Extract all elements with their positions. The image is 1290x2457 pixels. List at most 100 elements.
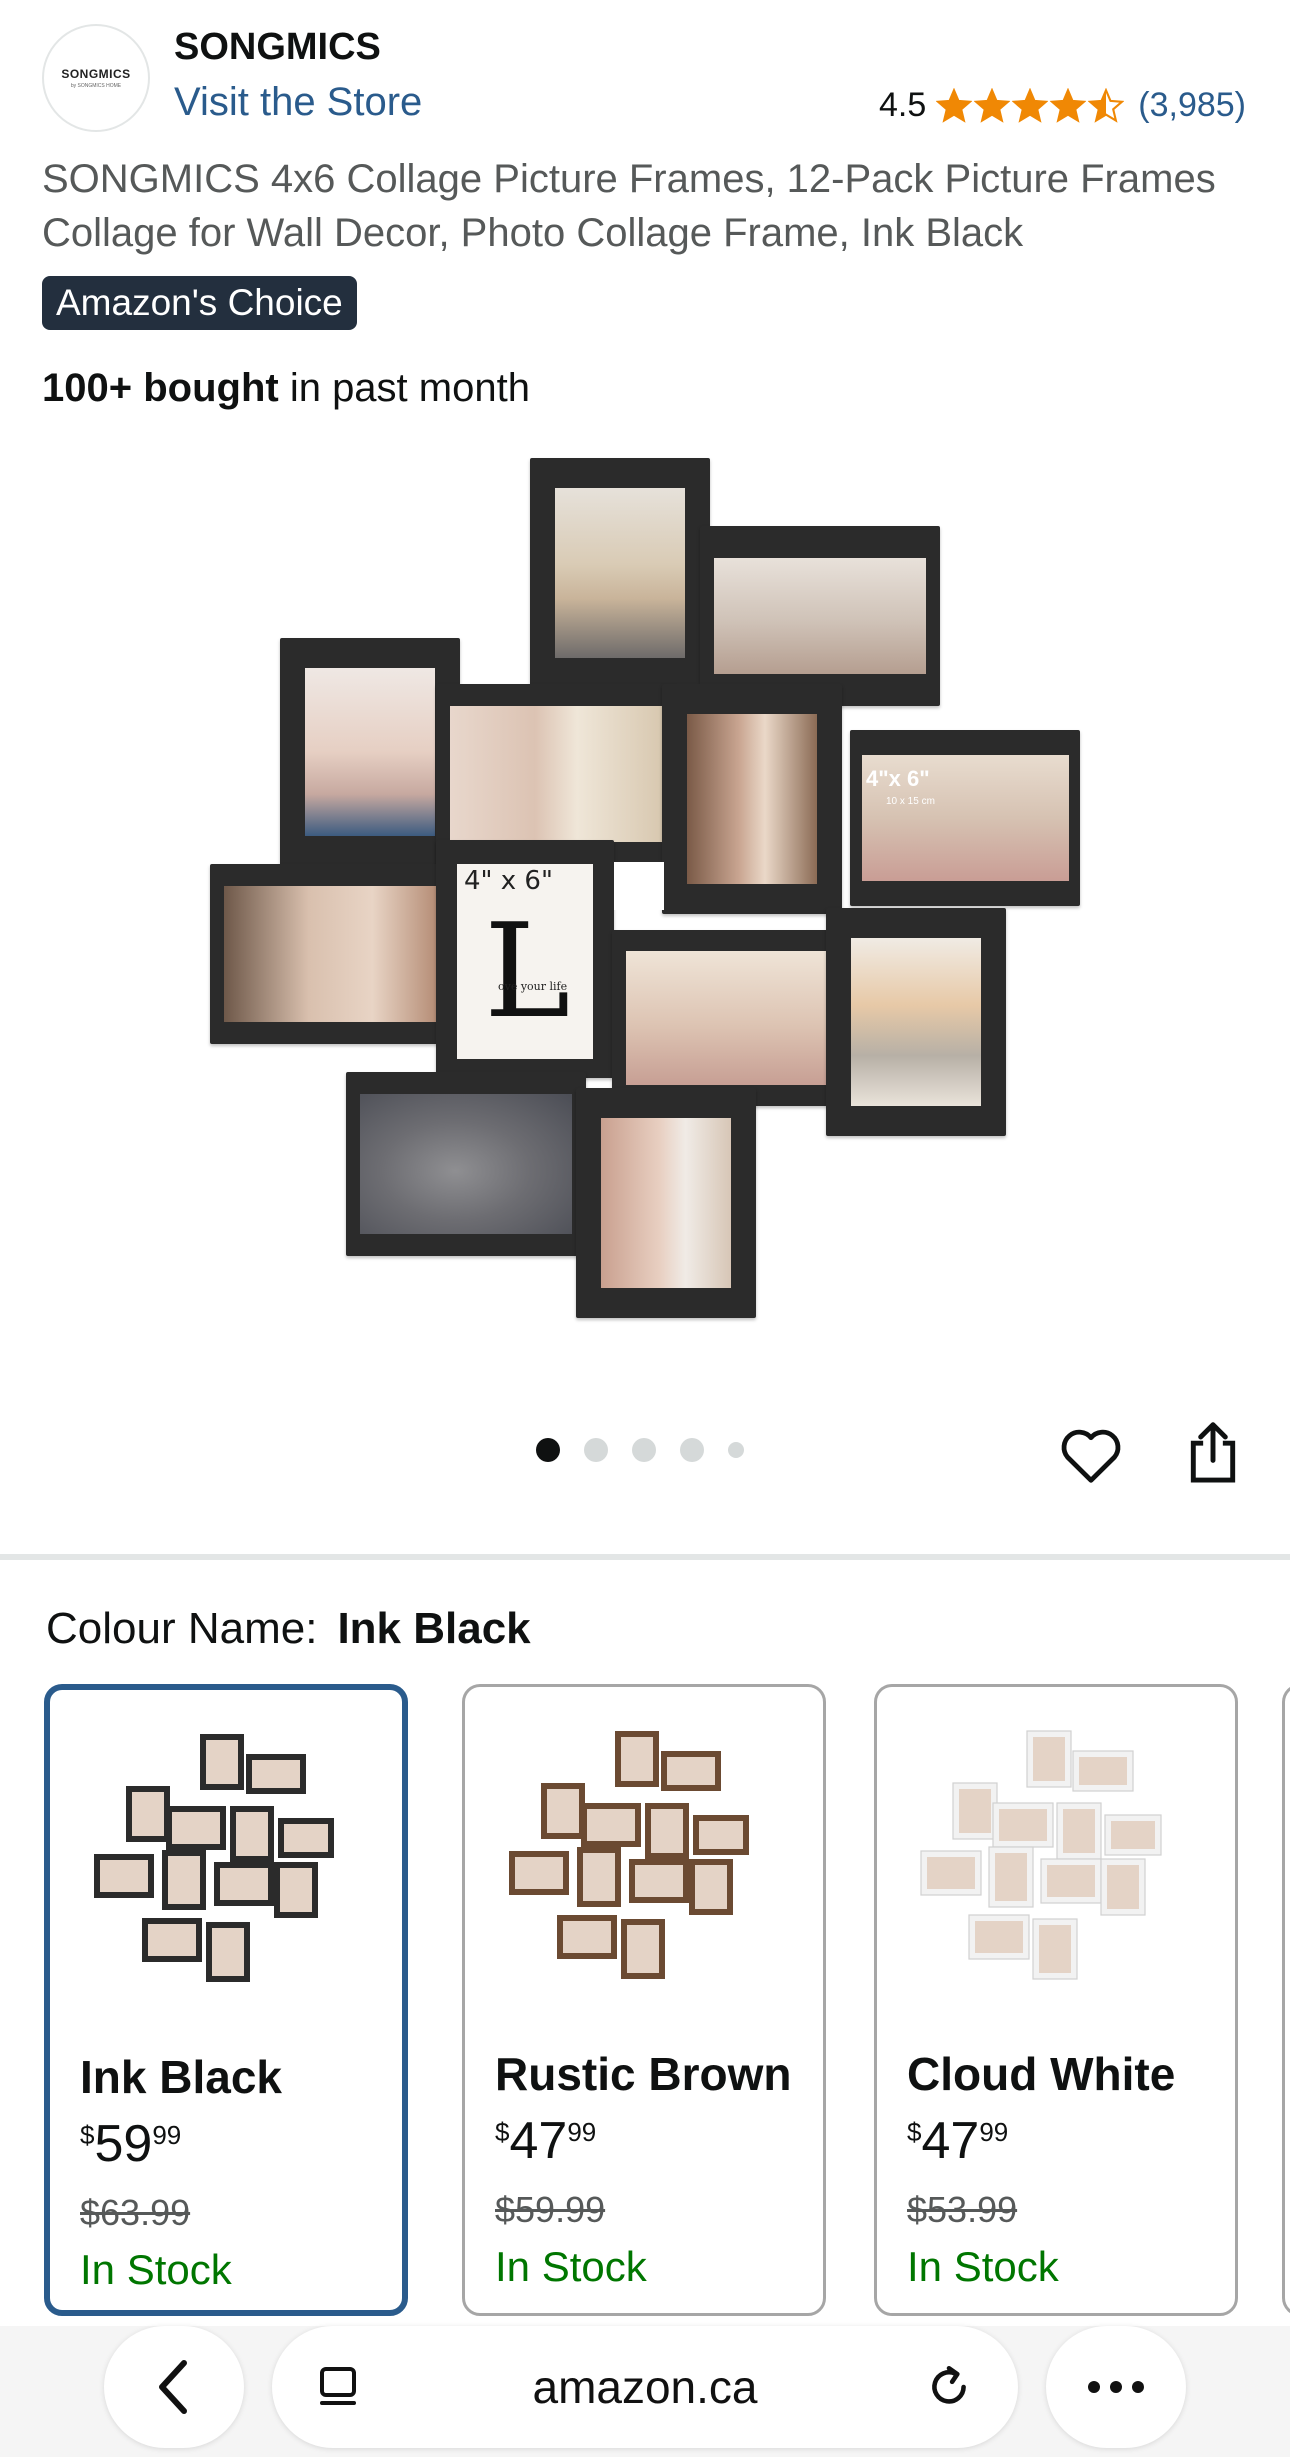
mini-photo [172,1812,220,1844]
price-whole: 59 [94,2115,153,2173]
print-text: ove your life [498,980,568,993]
amazons-choice-badge: Amazon's Choice [42,276,357,330]
photo [224,885,436,1023]
product-main-image[interactable]: 4"x 6" 10 x 15 cm 4" x 6" L ove your lif… [200,452,1090,1332]
carousel-dot[interactable] [584,1438,608,1462]
variant-price: $4799 [907,2111,1008,2171]
price-currency: $ [80,2120,95,2150]
address-bar[interactable]: amazon.ca [272,2326,1018,2448]
variant-list-price: $63.99 [80,2192,191,2233]
photo [601,1117,731,1289]
share-button[interactable] [1178,1418,1248,1488]
more-icon [1088,2381,1144,2393]
brand-logo[interactable]: SONGMICS by SONGMICS HOME [42,24,150,132]
frame-gap [614,862,664,910]
bought-in-past-month: 100+ bought in past month [42,366,530,411]
variant-thumbnail [920,1730,1162,1980]
variant-name: Ink Black [80,2051,282,2103]
mini-photo [252,1760,300,1788]
share-icon [1190,1422,1236,1483]
mini-photo [1063,1809,1095,1853]
carousel-dot[interactable] [728,1442,744,1458]
mini-photo [280,1868,312,1912]
frame-landscape-cat [346,1072,586,1256]
mini-photo [284,1824,328,1852]
mini-photo [132,1792,164,1836]
mini-photo [587,1809,635,1841]
price-fraction: 99 [567,2117,597,2147]
back-button[interactable] [104,2326,244,2448]
mini-photo [220,1868,268,1900]
frame-portrait-couple-bottom [576,1088,756,1318]
variant-card-rustic-brown[interactable]: Rustic Brown $4799 $59.99 In Stock [462,1684,826,2316]
variant-price: $4799 [495,2111,596,2171]
heart-icon [1061,1429,1121,1483]
product-title: SONGMICS 4x6 Collage Picture Frames, 12-… [42,157,1216,255]
frame-portrait-woman [280,638,460,866]
frame-portrait-cats [826,908,1006,1136]
star-half-icon [1088,87,1125,123]
mini-photo [212,1928,244,1976]
mini-photo [959,1789,991,1833]
price-whole: 47 [509,2112,568,2170]
mini-photo [927,1857,975,1889]
variant-name: Rustic Brown [495,2048,792,2100]
visit-store-link[interactable]: Visit the Store [174,80,422,125]
mini-photo [667,1757,715,1785]
mini-photo [695,1865,727,1909]
size-label-small: 4"x 6" [866,766,930,791]
mini-photo [999,1809,1047,1841]
frame-portrait-man-sitting [530,458,710,688]
star-full-icon [936,87,973,123]
chevron-left-icon [159,2360,187,2414]
bought-count: 100+ bought [42,366,279,410]
photo [450,705,662,843]
carousel-dot[interactable] [632,1438,656,1462]
carousel-dot[interactable] [680,1438,704,1462]
photo [360,1094,572,1234]
rating-count-link[interactable]: (3,985) [1138,86,1246,125]
variant-stock-status: In Stock [495,2243,647,2290]
carousel-dot[interactable] [536,1438,560,1462]
colour-name-row: Colour Name: Ink Black [46,1604,531,1654]
frame-portrait-print: 4" x 6" L ove your life [436,840,614,1078]
variant-stock-status: In Stock [907,2243,1059,2290]
mini-photo [168,1856,200,1904]
star-full-icon [974,87,1011,123]
variant-stock-status: In Stock [80,2246,232,2293]
star-full-icon [1050,87,1087,123]
colour-name-label: Colour Name: [46,1604,318,1653]
variant-card-ink-black[interactable]: Ink Black $5999 $63.99 In Stock [44,1684,408,2316]
carousel-indicators [536,1438,744,1462]
bought-suffix: in past month [278,366,530,410]
brand-name: SONGMICS [174,26,381,68]
url-text: amazon.ca [532,2361,758,2413]
mini-photo [1107,1865,1139,1909]
more-options-button[interactable] [1046,2326,1186,2448]
mini-photo [563,1921,611,1953]
size-label-cm: 10 x 15 cm [886,796,935,807]
mini-photo [1033,1737,1065,1781]
wishlist-button[interactable] [1056,1420,1126,1490]
frame-landscape-woman-sofa: 4"x 6" 10 x 15 cm [850,730,1080,906]
mini-photo [148,1924,196,1956]
frame-landscape-couple-hug [210,864,450,1044]
tabs-icon [320,2367,356,2405]
browser-toolbar: amazon.ca [0,2326,1290,2457]
rating-summary[interactable]: 4.5 (3,985) [879,86,1246,125]
mini-photo [515,1857,563,1889]
photo [714,558,926,674]
reload-icon [932,2365,966,2404]
brand-logo-text: SONGMICS [61,67,131,81]
price-currency: $ [495,2117,510,2147]
variant-list-price: $59.99 [495,2189,606,2230]
frame-portrait-couple-kiss [662,684,842,914]
variant-card-cloud-white[interactable]: Cloud White $4799 $53.99 In Stock [874,1684,1238,2316]
photo [626,951,838,1085]
photo [851,937,981,1107]
mini-photo [995,1853,1027,1901]
variant-card-next-peek[interactable] [1282,1684,1290,2316]
mini-photo [1039,1925,1071,1973]
mini-photo [1079,1757,1127,1785]
mini-photo [627,1925,659,1973]
